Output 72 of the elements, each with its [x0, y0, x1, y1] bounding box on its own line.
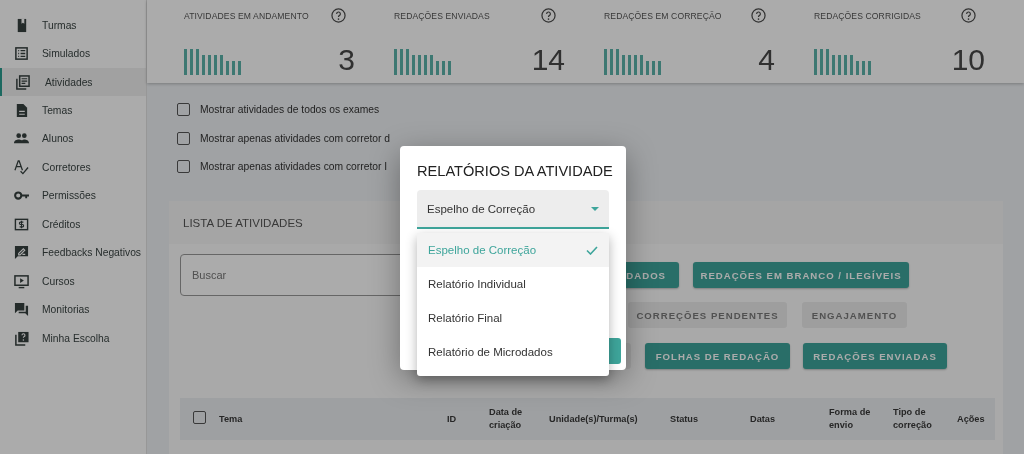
column-header: Forma de envio — [829, 406, 872, 433]
sparkline-drawing — [604, 49, 662, 75]
stat-label: REDAÇÕES ENVIADAS — [394, 10, 490, 21]
sidebar-item-label: Cursos — [42, 275, 75, 287]
dropdown-caret-icon — [591, 206, 599, 211]
checkbox[interactable] — [177, 103, 190, 117]
spellcheck-icon — [14, 159, 29, 175]
sidebar-item[interactable]: Corretores — [0, 153, 146, 182]
sidebar-item[interactable]: Atividades — [0, 67, 146, 97]
menu-option[interactable]: Relatório Final — [417, 301, 609, 335]
filter-label: Mostrar apenas atividades com corretor I — [200, 161, 388, 173]
checkbox[interactable] — [177, 160, 190, 174]
column-header: Unidade(s)/Turma(s) — [549, 412, 638, 426]
column-header: Tipo de correção — [893, 406, 933, 433]
stat-value: 3 — [338, 45, 355, 75]
checkbox[interactable] — [193, 410, 206, 424]
sidebar-item-label: Corretores — [42, 161, 91, 173]
sidebar-item[interactable]: Créditos — [0, 210, 146, 239]
sidebar-item[interactable]: Cursos — [0, 266, 146, 296]
sidebar-item[interactable]: Turmas — [0, 11, 146, 40]
sidebar-item-label: Alunos — [42, 133, 74, 145]
sidebar-item[interactable]: Permissões — [0, 181, 146, 211]
column-header: Data de criação — [489, 406, 524, 433]
column-header: Status — [670, 412, 699, 426]
sparkline-drawing — [184, 49, 242, 75]
sidebar-item-label: Temas — [42, 105, 73, 117]
stat-value: 14 — [531, 45, 565, 75]
chat-icon — [14, 302, 29, 318]
stat-label: REDAÇÕES EM CORREÇÃO — [604, 10, 722, 21]
stat-value: 10 — [951, 45, 985, 75]
stat-label: ATIVIDADES EM ANDAMENTO — [184, 10, 309, 21]
dollar-icon — [14, 216, 29, 232]
sidebar-item[interactable]: Simulados — [0, 39, 146, 68]
list-icon — [14, 46, 29, 62]
column-header: Ações — [957, 412, 985, 426]
sparkline-drawing — [394, 49, 452, 75]
stat-label: REDAÇÕES CORRIGIDAS — [814, 10, 921, 21]
sidebar-item-label: Feedbacks Negativos — [42, 247, 142, 259]
sidebar-item-label: Turmas — [42, 19, 77, 31]
sidebar-item-label: Permissões — [42, 190, 96, 202]
sidebar-item-label: Simulados — [42, 48, 91, 60]
sidebar-item-label: Minha Escolha — [42, 332, 110, 344]
column-header: Tema — [219, 412, 243, 426]
sidebar-item[interactable]: Temas — [0, 96, 146, 125]
help-icon — [331, 8, 346, 23]
help-icon — [751, 8, 766, 23]
column-header: ID — [447, 412, 457, 426]
sidebar-item-label: Atividades — [45, 76, 93, 88]
sidebar-item-label: Créditos — [42, 218, 81, 230]
section-title: LISTA DE ATIVIDADES — [183, 216, 303, 229]
sidebar-item[interactable]: Monitorias — [0, 295, 146, 324]
filter-label: Mostrar apenas atividades com corretor d — [200, 132, 390, 144]
check-icon — [586, 245, 598, 255]
document-icon — [14, 103, 29, 119]
dialog-title: RELATÓRIOS DA ATIVIDADE — [417, 162, 613, 181]
help-icon — [541, 8, 556, 23]
report-select[interactable]: Espelho de Correção — [417, 190, 609, 229]
sidebar-item[interactable]: Alunos — [0, 124, 146, 154]
help-icon — [961, 8, 976, 23]
filter-label: Mostrar atividades de todos os exames — [200, 104, 380, 116]
sidebar-item[interactable]: Feedbacks Negativos — [0, 238, 146, 267]
menu-option[interactable]: Relatório de Microdados — [417, 335, 609, 369]
documents-icon — [15, 74, 30, 90]
video-icon — [14, 273, 29, 289]
help-document-icon — [14, 330, 29, 346]
stat-value: 4 — [758, 45, 775, 75]
feedback-icon — [14, 245, 29, 261]
sparkline-drawing — [814, 49, 872, 75]
sidebar-item-label: Monitorias — [42, 304, 90, 316]
sidebar-item[interactable]: Minha Escolha — [0, 323, 146, 353]
checkbox[interactable] — [177, 131, 190, 145]
column-header: Datas — [750, 412, 776, 426]
